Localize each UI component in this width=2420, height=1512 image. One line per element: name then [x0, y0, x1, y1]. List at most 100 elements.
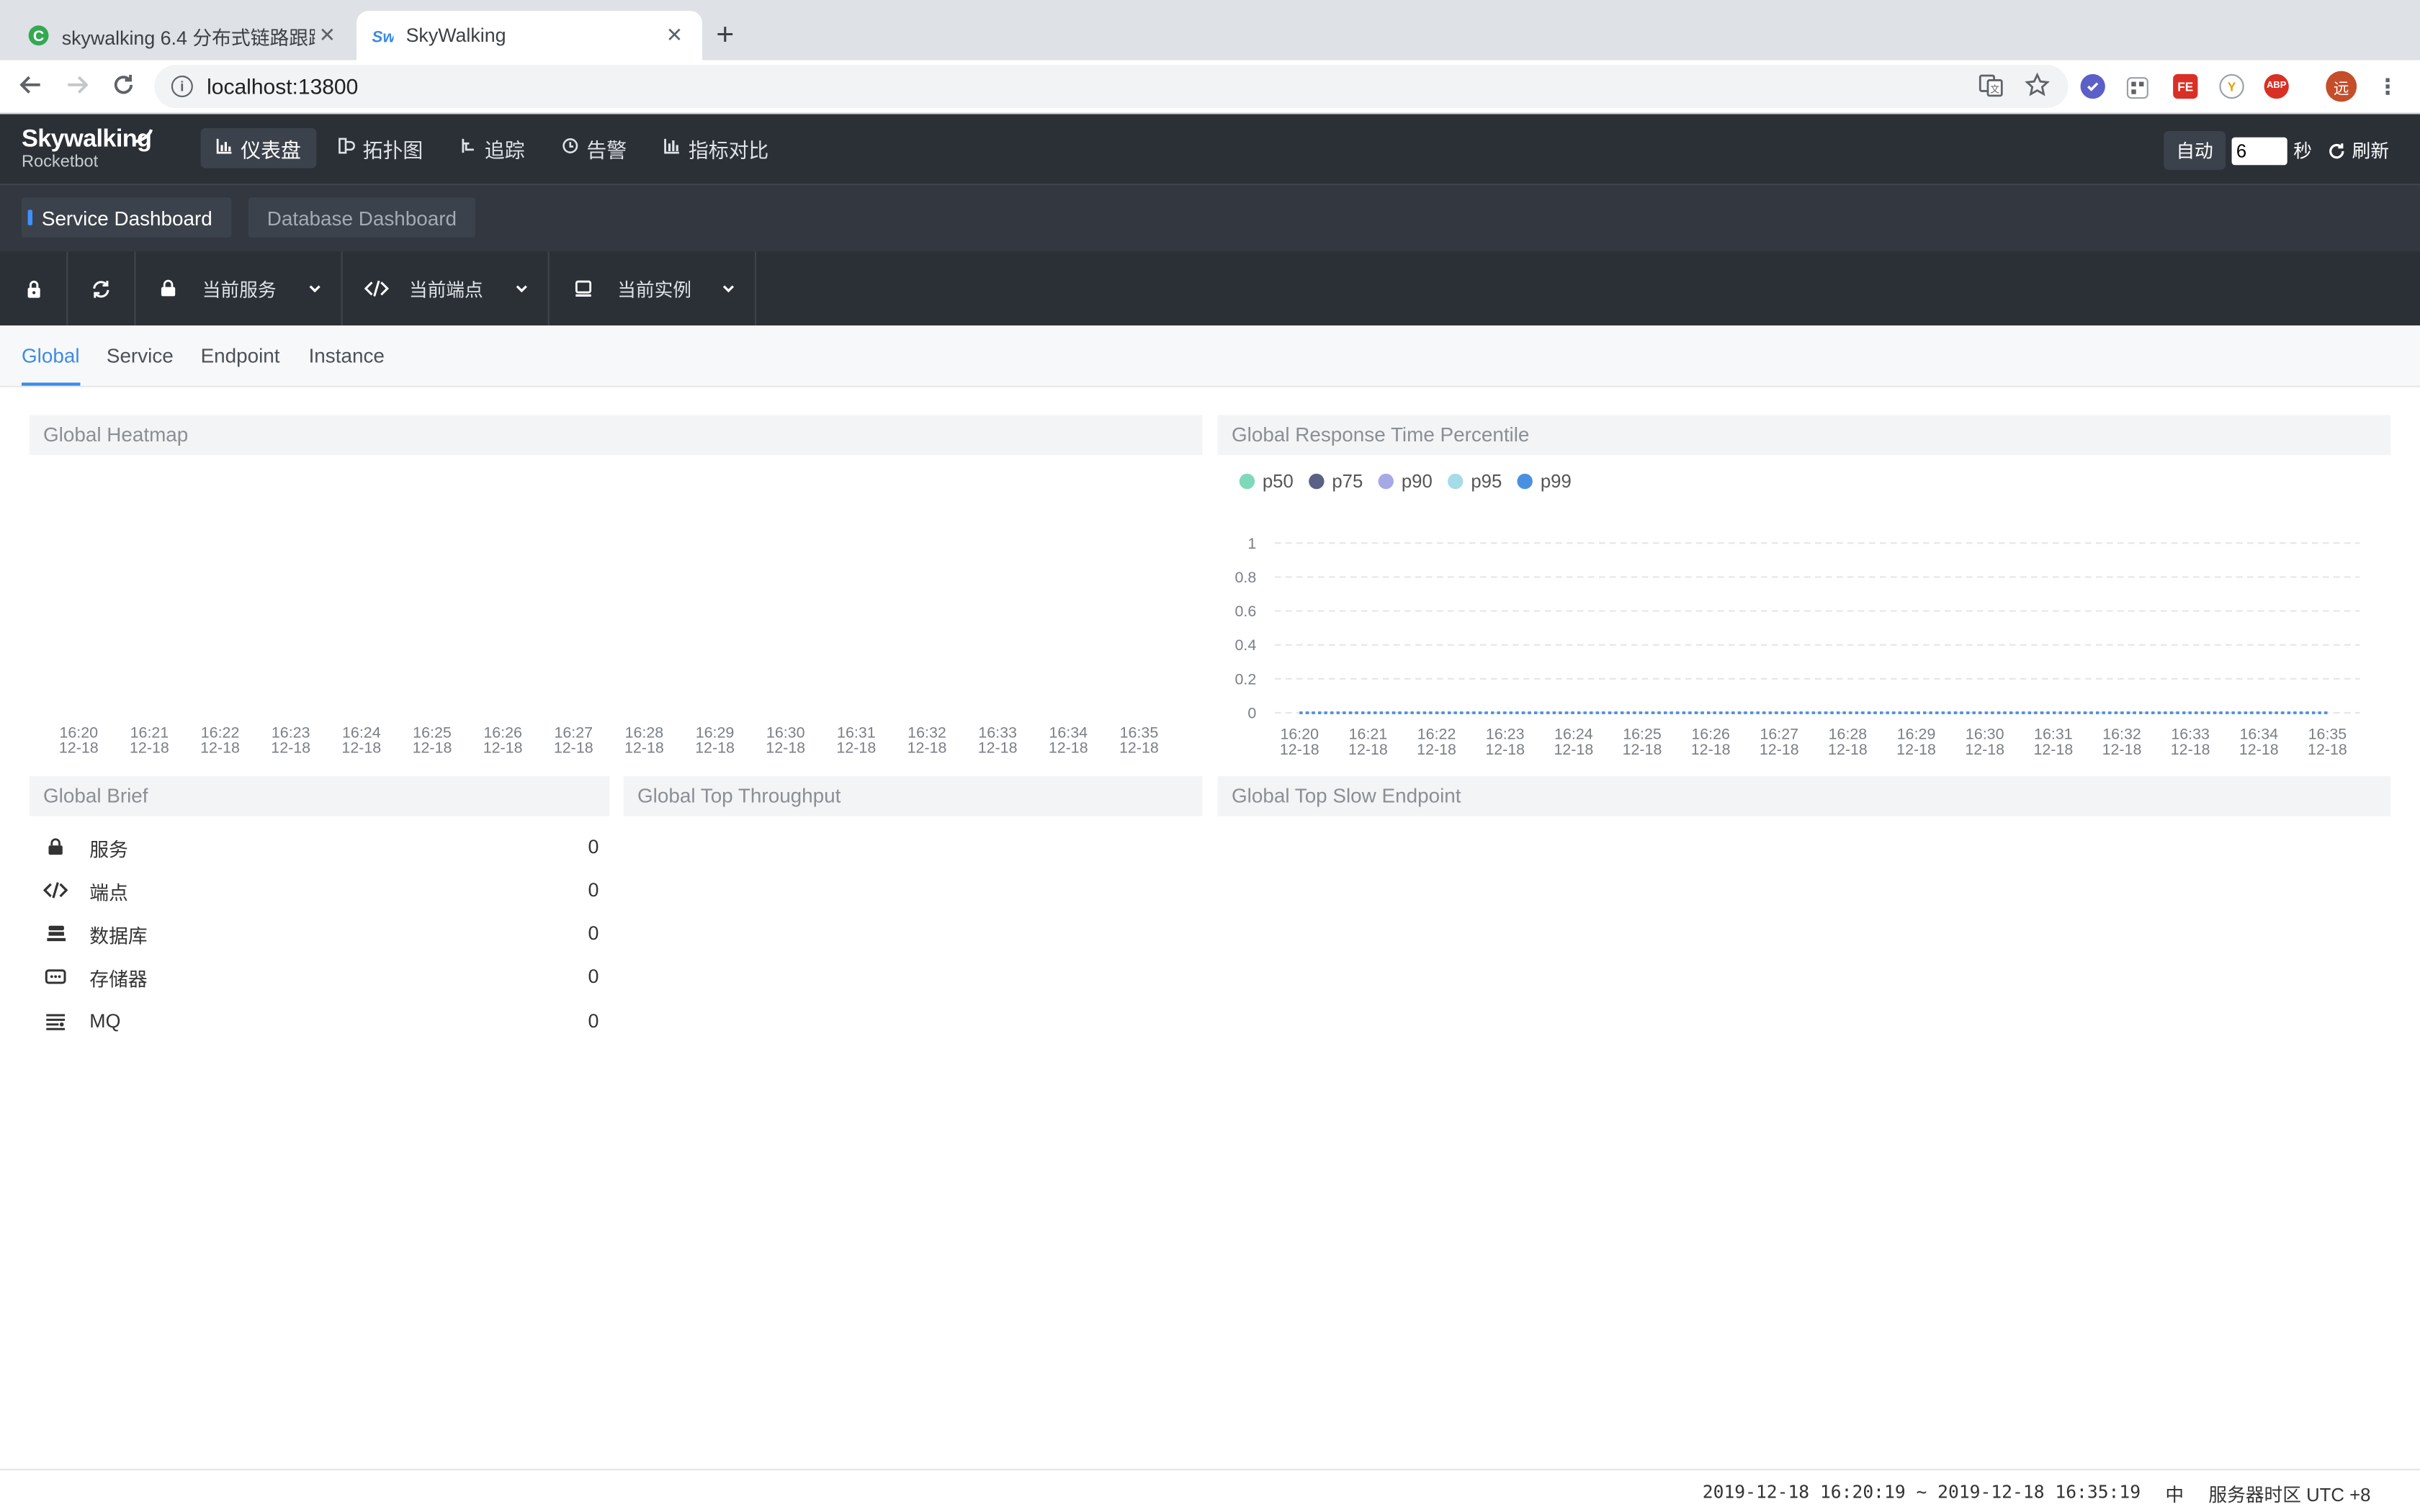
- close-icon[interactable]: ✕: [315, 23, 339, 48]
- lock-button[interactable]: [0, 251, 68, 326]
- service-icon: [161, 279, 176, 297]
- site-info-icon[interactable]: i: [171, 76, 193, 97]
- service-selector[interactable]: 当前服务: [136, 251, 343, 326]
- legend-label: p75: [1332, 470, 1363, 492]
- instance-icon: [575, 280, 592, 297]
- brief-label: 数据库: [89, 924, 148, 947]
- heatmap-x-tick: 16:28 12-18: [624, 725, 664, 758]
- brief-row-endpoint: 端点 0: [43, 875, 599, 906]
- legend-item-p95[interactable]: p95: [1448, 471, 1502, 492]
- legend-label: p99: [1540, 470, 1572, 492]
- x-tick-label: 16:24: [1554, 725, 1593, 742]
- svg-text:C: C: [33, 27, 44, 45]
- language-toggle[interactable]: 中: [2165, 1481, 2184, 1507]
- x-tick-label: 16:34: [2239, 725, 2278, 742]
- nav-dashboard[interactable]: 仪表盘: [200, 127, 317, 168]
- endpoint-selector[interactable]: 当前端点: [343, 251, 550, 326]
- seconds-label: 秒: [2293, 140, 2312, 162]
- heatmap-x-tick: 16:25 12-18: [412, 725, 452, 758]
- auto-refresh-toggle[interactable]: 自动: [2164, 131, 2226, 170]
- extension-fe-icon[interactable]: FE: [2173, 73, 2198, 99]
- x-tick-label: 16:30: [1966, 725, 2004, 742]
- tab-service[interactable]: Service: [107, 325, 174, 386]
- reload-icon[interactable]: [108, 69, 139, 100]
- x-tick-sublabel: 12-18: [1896, 741, 1936, 758]
- x-tick-sublabel: 12-18: [1623, 741, 1662, 758]
- forward-icon[interactable]: [62, 69, 93, 100]
- nav-alarm[interactable]: 告警: [547, 128, 642, 168]
- instance-selector-label: 当前实例: [617, 278, 692, 300]
- nav-topology[interactable]: 拓扑图: [323, 128, 439, 168]
- bookmark-star-icon[interactable]: [2025, 72, 2050, 105]
- scope-tabs: Global Service Endpoint Instance: [0, 325, 2420, 387]
- new-tab-button[interactable]: +: [716, 17, 734, 54]
- tab-global[interactable]: Global: [22, 325, 80, 386]
- server-timezone: 服务器时区 UTC +8: [2208, 1484, 2371, 1506]
- brief-value: 0: [588, 836, 599, 858]
- x-tick-label: 16:20: [1280, 725, 1319, 742]
- y-tick-label: 0.2: [1235, 670, 1257, 688]
- svg-text:Sw: Sw: [372, 28, 393, 46]
- brief-row-mq: MQ 0: [43, 1006, 599, 1037]
- extension-check-icon[interactable]: [2080, 73, 2105, 99]
- dashboard-tabs: Service Dashboard Database Dashboard: [0, 183, 2420, 253]
- sync-icon: [93, 279, 109, 297]
- app-header: Skywalking Rocketbot 仪表盘 拓扑图 追踪 告警 指标对比 …: [0, 114, 2420, 184]
- skywalking-logo[interactable]: Skywalking Rocketbot: [22, 127, 152, 173]
- brief-row-storage: 存储器 0: [43, 961, 599, 992]
- heatmap-x-tick: 16:32 12-18: [907, 725, 947, 758]
- tab-database-dashboard[interactable]: Database Dashboard: [248, 197, 475, 238]
- topology-icon: [338, 138, 356, 159]
- legend-label: p90: [1401, 470, 1433, 492]
- address-bar[interactable]: i localhost:13800 文: [154, 65, 2069, 108]
- legend-item-p90[interactable]: p90: [1378, 470, 1433, 492]
- heatmap-x-tick: 16:30 12-18: [766, 725, 806, 758]
- endpoint-selector-label: 当前端点: [408, 278, 483, 300]
- instance-selector[interactable]: 当前实例: [550, 251, 756, 326]
- extension-y-icon[interactable]: Y: [2219, 73, 2244, 99]
- close-icon[interactable]: ✕: [662, 23, 686, 48]
- nav-label: 告警: [586, 138, 627, 161]
- main-nav: 仪表盘 拓扑图 追踪 告警 指标对比: [200, 127, 784, 168]
- tab-endpoint[interactable]: Endpoint: [201, 325, 280, 386]
- extension-qr-icon[interactable]: [2126, 77, 2148, 99]
- brief-label: 存储器: [89, 968, 148, 990]
- y-tick-label: 0.6: [1235, 603, 1257, 620]
- legend-item-p75[interactable]: p75: [1309, 471, 1363, 492]
- x-tick-sublabel: 12-18: [1691, 741, 1731, 758]
- y-tick-label: 0: [1247, 704, 1256, 721]
- x-tick-label: 16:33: [2171, 725, 2210, 742]
- legend-item-p99[interactable]: p99: [1517, 470, 1572, 492]
- profile-avatar[interactable]: 远: [2326, 71, 2357, 102]
- chevron-down-icon: [722, 285, 734, 293]
- tab-instance[interactable]: Instance: [309, 325, 385, 386]
- heatmap-x-tick: 16:35 12-18: [1119, 725, 1159, 758]
- legend-swatch: [1239, 473, 1255, 490]
- service-selector-label: 当前服务: [202, 278, 277, 300]
- storage-icon: [43, 968, 68, 986]
- database-icon: [43, 924, 68, 943]
- x-tick-label: 16:23: [1486, 725, 1525, 742]
- refresh-interval-input[interactable]: [2231, 136, 2287, 165]
- tab-service-dashboard[interactable]: Service Dashboard: [22, 197, 231, 238]
- heatmap-x-tick: 16:24 12-18: [341, 725, 382, 758]
- x-tick-label: 16:35: [2308, 725, 2347, 742]
- adblock-icon[interactable]: ABP: [2264, 73, 2289, 99]
- reload-selectors-button[interactable]: [68, 251, 136, 326]
- browser-tab-blog[interactable]: C skywalking 6.4 分布式链路跟踪 ✕: [12, 11, 355, 60]
- browser-tab-skywalking[interactable]: Sw SkyWalking ✕: [356, 11, 702, 60]
- endpoint-icon: [43, 881, 68, 900]
- browser-toolbar: i localhost:13800 文 FE Y ABP 远 ⋮: [0, 60, 2420, 114]
- percentile-panel-title: Global Response Time Percentile: [1217, 415, 2391, 456]
- back-icon[interactable]: [15, 69, 46, 100]
- heatmap-x-tick: 16:26 12-18: [483, 725, 523, 758]
- nav-trace[interactable]: 追踪: [444, 128, 540, 168]
- translate-icon[interactable]: 文: [1978, 73, 2003, 105]
- mq-icon: [43, 1012, 68, 1031]
- legend-item-p50[interactable]: p50: [1239, 471, 1294, 492]
- x-tick-sublabel: 12-18: [2171, 741, 2210, 758]
- time-range[interactable]: 2019-12-18 16:20:19 ~ 2019-12-18 16:35:1…: [1703, 1481, 2141, 1507]
- nav-compare[interactable]: 指标对比: [648, 128, 784, 168]
- refresh-button[interactable]: 刷新: [2318, 131, 2398, 170]
- menu-icon[interactable]: ⋮: [2375, 73, 2400, 99]
